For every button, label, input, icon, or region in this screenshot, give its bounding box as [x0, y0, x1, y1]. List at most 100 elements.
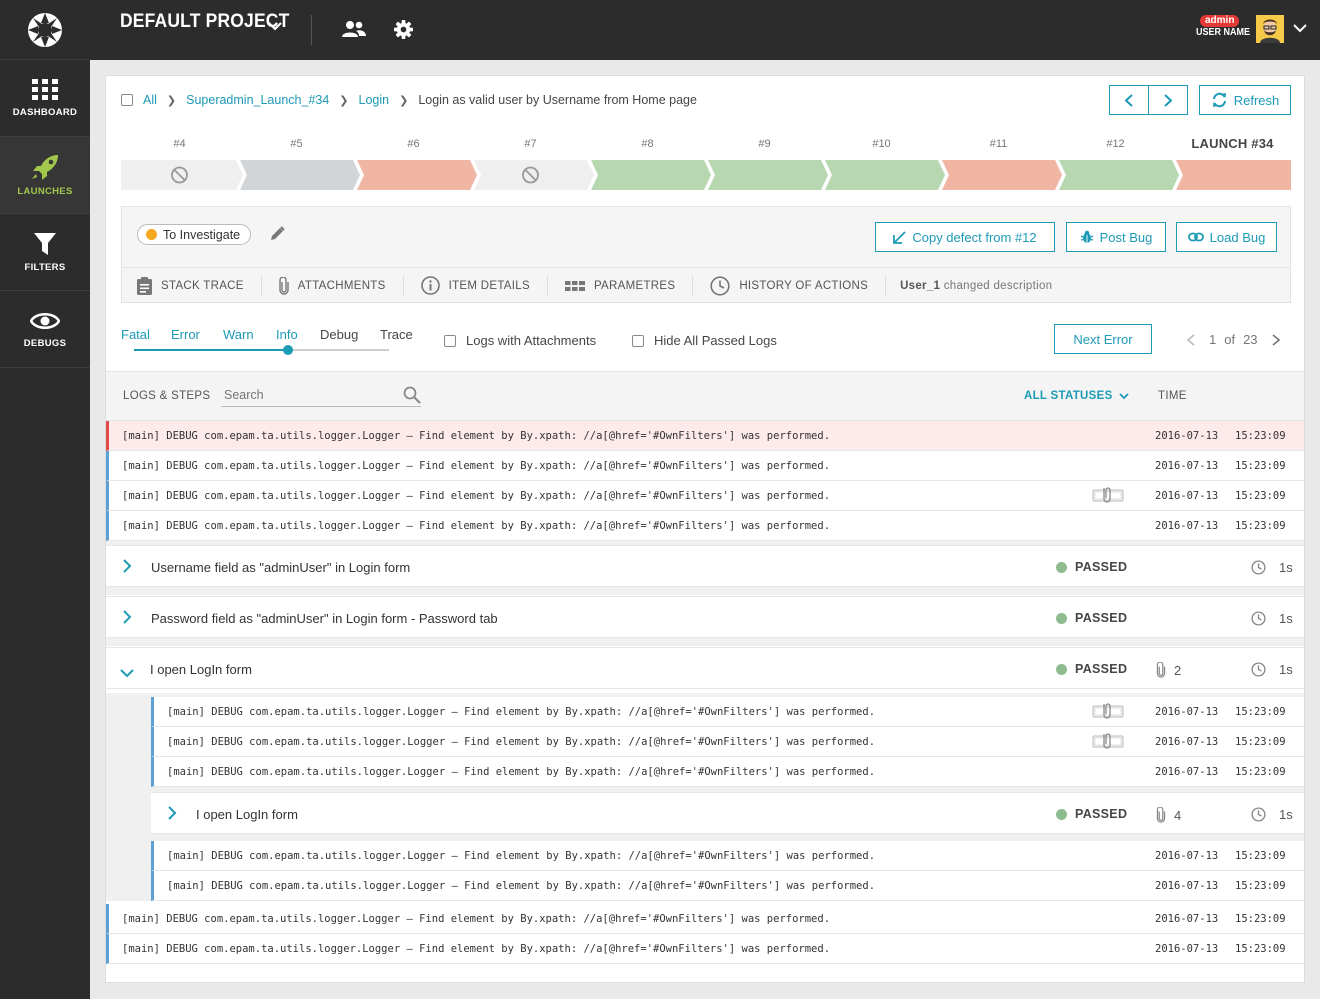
attachment-thumbnail-icon[interactable] [1092, 703, 1124, 724]
chevron-down-icon[interactable] [1293, 24, 1307, 33]
step-name[interactable]: Username field as "adminUser" in Login f… [151, 560, 410, 575]
step-name[interactable]: Password field as "adminUser" in Login f… [151, 611, 498, 626]
history-item-0[interactable] [121, 160, 243, 190]
step-name[interactable]: I open LogIn form [150, 662, 252, 677]
sidebar-item-filters[interactable]: FILTERS [0, 214, 90, 291]
logs-with-attachments-checkbox[interactable] [444, 334, 456, 347]
hide-passed-logs-checkbox[interactable] [632, 334, 644, 347]
history-item-label[interactable]: #11 [990, 138, 1008, 150]
sidebar-item-launches[interactable]: LAUNCHES [0, 137, 90, 214]
log-level-4[interactable]: Debug [320, 327, 358, 342]
history-item-label[interactable]: #9 [758, 138, 770, 150]
members-icon[interactable] [342, 20, 366, 38]
step-attachments[interactable]: 2 [1156, 662, 1181, 678]
status-dot [1056, 663, 1067, 675]
history-item-2[interactable] [357, 160, 477, 190]
history-item-label[interactable]: #4 [173, 138, 185, 150]
log-row[interactable]: [main] DEBUG com.epam.ta.utils.logger.Lo… [151, 841, 1304, 871]
step-row[interactable]: I open LogIn form PASSED 2 1s [106, 647, 1304, 689]
log-level-1[interactable]: Error [171, 327, 200, 342]
paperclip-icon [279, 276, 289, 295]
time-column-header[interactable]: TIME [1158, 390, 1187, 402]
step-row[interactable]: Password field as "adminUser" in Login f… [106, 596, 1304, 638]
chevron-right-icon[interactable] [1272, 333, 1280, 346]
tab-attachments[interactable]: ATTACHMENTS [262, 275, 404, 296]
log-row[interactable]: [main] DEBUG com.epam.ta.utils.logger.Lo… [151, 757, 1304, 787]
history-item-label[interactable]: #12 [1106, 138, 1124, 150]
tab-history-of-actions[interactable]: HISTORY OF ACTIONS [693, 275, 887, 296]
breadcrumb-all[interactable]: All [143, 93, 157, 107]
history-item-label[interactable]: #5 [290, 138, 302, 150]
tab-stack-trace[interactable]: STACK TRACE [122, 275, 262, 296]
log-level-5[interactable]: Trace [380, 327, 413, 342]
chevron-down-icon[interactable] [120, 665, 134, 683]
hide-passed-logs-filter[interactable]: Hide All Passed Logs [632, 333, 777, 348]
history-item-5[interactable] [708, 160, 828, 190]
defect-type-badge[interactable]: To Investigate [137, 224, 252, 245]
load-bug-button[interactable]: Load Bug [1176, 222, 1277, 252]
tab-item-details[interactable]: ITEM DETAILS [404, 275, 548, 296]
history-item-7[interactable] [942, 160, 1062, 190]
search-input[interactable] [221, 385, 391, 405]
sidebar-item-debugs[interactable]: DEBUGS [0, 291, 90, 368]
log-row[interactable]: [main] DEBUG com.epam.ta.utils.logger.Lo… [106, 511, 1304, 541]
step-name[interactable]: I open LogIn form [196, 807, 298, 822]
history-item-label[interactable]: LAUNCH #34 [1191, 136, 1273, 151]
avatar[interactable] [1256, 15, 1284, 43]
step-row[interactable]: Username field as "adminUser" in Login f… [106, 545, 1304, 587]
page-total: 23 [1243, 332, 1258, 347]
last-action-user[interactable]: User_1 [900, 280, 940, 292]
chevron-right-icon[interactable] [123, 610, 132, 629]
next-error-button[interactable]: Next Error [1054, 324, 1152, 354]
history-item-8[interactable] [1059, 160, 1179, 190]
history-item-1[interactable] [240, 160, 360, 190]
breadcrumb-suite[interactable]: Login [359, 93, 390, 107]
log-row[interactable]: [main] DEBUG com.epam.ta.utils.logger.Lo… [106, 904, 1304, 934]
log-row[interactable]: [main] DEBUG com.epam.ta.utils.logger.Lo… [106, 481, 1304, 511]
attachment-thumbnail-icon[interactable] [1092, 733, 1124, 754]
log-level-handle[interactable] [283, 345, 293, 355]
gear-icon[interactable] [394, 20, 413, 39]
history-item-9[interactable] [1176, 160, 1291, 190]
pencil-icon[interactable] [270, 226, 285, 241]
logs-with-attachments-filter[interactable]: Logs with Attachments [444, 333, 596, 348]
history-item-3[interactable] [474, 160, 594, 190]
attachment-thumbnail-icon[interactable] [1092, 487, 1124, 508]
history-item-label[interactable]: #10 [872, 138, 890, 150]
status-filter-dropdown[interactable]: ALL STATUSES [1024, 390, 1129, 402]
next-item-button[interactable] [1148, 85, 1188, 115]
chevron-down-icon[interactable] [268, 22, 282, 31]
chevron-left-icon[interactable] [1187, 333, 1195, 346]
step-row[interactable]: I open LogIn form PASSED 4 1s [151, 792, 1304, 834]
refresh-button[interactable]: Refresh [1199, 85, 1291, 115]
copy-defect-button[interactable]: Copy defect from #12 [875, 222, 1055, 252]
sidebar-item-dashboard[interactable]: DASHBOARD [0, 60, 90, 137]
previous-item-button[interactable] [1109, 85, 1149, 115]
step-attachments[interactable]: 4 [1156, 807, 1181, 823]
search-icon[interactable] [403, 386, 421, 404]
history-item-label[interactable]: #6 [407, 138, 419, 150]
history-item-4[interactable] [591, 160, 711, 190]
app-logo[interactable] [0, 0, 90, 60]
log-level-2[interactable]: Warn [223, 327, 254, 342]
log-row[interactable]: [main] DEBUG com.epam.ta.utils.logger.Lo… [106, 451, 1304, 481]
select-all-checkbox[interactable] [121, 94, 133, 106]
project-selector-label[interactable]: DEFAULT PROJECT [120, 11, 289, 33]
log-level-3[interactable]: Info [276, 327, 298, 342]
chevron-right-icon[interactable] [168, 806, 177, 825]
log-row[interactable]: [main] DEBUG com.epam.ta.utils.logger.Lo… [151, 871, 1304, 901]
log-row[interactable]: [main] DEBUG com.epam.ta.utils.logger.Lo… [106, 421, 1304, 451]
log-time: 15:23:09 [1235, 766, 1286, 778]
log-row[interactable]: [main] DEBUG com.epam.ta.utils.logger.Lo… [151, 697, 1304, 727]
user-name[interactable]: USER NAME [1196, 27, 1250, 38]
history-item-label[interactable]: #8 [641, 138, 653, 150]
log-row[interactable]: [main] DEBUG com.epam.ta.utils.logger.Lo… [106, 934, 1304, 964]
log-level-0[interactable]: Fatal [121, 327, 150, 342]
log-row[interactable]: [main] DEBUG com.epam.ta.utils.logger.Lo… [151, 727, 1304, 757]
tab-parametres[interactable]: PARAMETRES [548, 275, 694, 296]
post-bug-button[interactable]: Post Bug [1066, 222, 1166, 252]
breadcrumb-launch[interactable]: Superadmin_Launch_#34 [186, 93, 329, 107]
history-item-label[interactable]: #7 [524, 138, 536, 150]
history-item-6[interactable] [825, 160, 945, 190]
chevron-right-icon[interactable] [123, 559, 132, 578]
